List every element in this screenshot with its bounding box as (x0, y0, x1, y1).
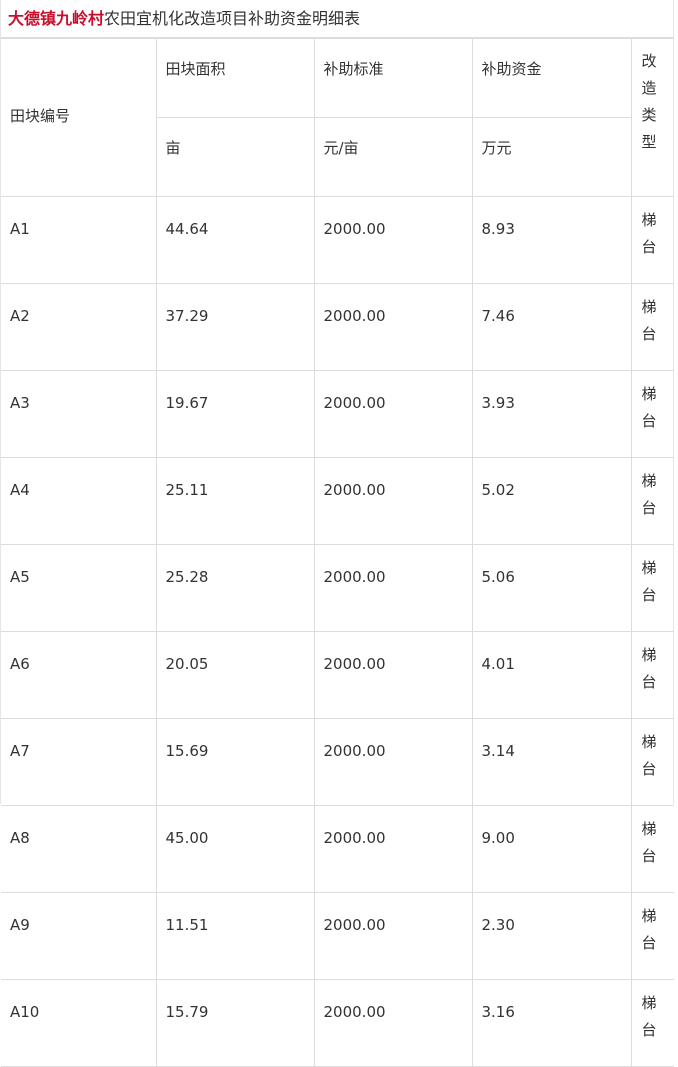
cell-type-char: 梯 (641, 211, 657, 229)
unit-area: 亩 (156, 117, 315, 197)
header-plot-id: 田块编号 (1, 38, 157, 197)
table-row: A5 25.28 2000.00 5.06 梯台 (1, 544, 674, 632)
cell-standard: 2000.00 (313, 892, 473, 980)
table-body: 田块编号 田块面积 补助标准 补助资金 改 造 类 型 亩 元/亩 万元 A1 4… (1, 38, 674, 1067)
cell-plot-id: A10 (1, 979, 157, 1067)
cell-type-char: 梯 (641, 820, 657, 838)
cell-standard: 2000.00 (313, 457, 473, 545)
cell-funds: 2.30 (471, 892, 632, 980)
cell-plot-id: A8 (1, 805, 157, 893)
cell-type: 梯台 (630, 631, 674, 719)
cell-type-char: 台 (641, 934, 657, 952)
cell-standard: 2000.00 (313, 631, 473, 719)
cell-type-char: 台 (641, 847, 657, 865)
cell-type: 梯台 (630, 457, 674, 545)
cell-standard: 2000.00 (313, 370, 473, 458)
cell-area: 45.00 (155, 805, 315, 893)
cell-type: 梯台 (630, 718, 674, 806)
cell-area: 25.11 (155, 457, 315, 545)
cell-standard: 2000.00 (313, 979, 473, 1067)
cell-type-char: 台 (641, 238, 657, 256)
cell-standard: 2000.00 (313, 283, 473, 371)
cell-plot-id: A1 (1, 196, 157, 284)
cell-standard: 2000.00 (313, 196, 473, 284)
table-row: A1 44.64 2000.00 8.93 梯台 (1, 196, 674, 284)
cell-type: 梯台 (630, 196, 674, 284)
cell-plot-id: A5 (1, 544, 157, 632)
cell-funds: 3.93 (471, 370, 632, 458)
cell-funds: 9.00 (471, 805, 632, 893)
caption-village-name: 大德镇九岭村 (8, 9, 105, 28)
cell-funds: 5.02 (471, 457, 632, 545)
cell-plot-id: A2 (1, 283, 157, 371)
cell-type-char: 梯 (641, 472, 657, 490)
cell-type: 梯台 (630, 979, 674, 1067)
cell-type-char: 台 (641, 412, 657, 430)
cell-type-char: 台 (641, 325, 657, 343)
cell-type-char: 台 (641, 673, 657, 691)
cell-standard: 2000.00 (313, 805, 473, 893)
cell-area: 20.05 (155, 631, 315, 719)
cell-plot-id: A7 (1, 718, 157, 806)
cell-area: 11.51 (155, 892, 315, 980)
cell-type-char: 台 (641, 1021, 657, 1039)
cell-funds: 5.06 (471, 544, 632, 632)
cell-standard: 2000.00 (313, 718, 473, 806)
header-type-char: 型 (641, 133, 657, 151)
header-area: 田块面积 (155, 38, 315, 118)
cell-area: 37.29 (155, 283, 315, 371)
table-row: A9 11.51 2000.00 2.30 梯台 (1, 892, 674, 980)
caption-title: 农田宜机化改造项目补助资金明细表 (104, 9, 361, 28)
cell-plot-id: A4 (1, 457, 157, 545)
header-standard: 补助标准 (313, 38, 473, 118)
cell-funds: 8.93 (471, 196, 632, 284)
cell-type-char: 梯 (641, 385, 657, 403)
table-row: A2 37.29 2000.00 7.46 梯台 (1, 283, 674, 371)
table-caption: 大德镇九岭村农田宜机化改造项目补助资金明细表 (1, 0, 673, 38)
subsidy-detail-table: 田块编号 田块面积 补助标准 补助资金 改 造 类 型 亩 元/亩 万元 A1 4… (1, 38, 674, 1067)
table-row: A3 19.67 2000.00 3.93 梯台 (1, 370, 674, 458)
table-row: A8 45.00 2000.00 9.00 梯台 (1, 805, 674, 893)
header-type: 改 造 类 型 (630, 38, 674, 197)
cell-area: 44.64 (155, 196, 315, 284)
cell-area: 19.67 (155, 370, 315, 458)
table-row: A4 25.11 2000.00 5.02 梯台 (1, 457, 674, 545)
cell-funds: 3.14 (471, 718, 632, 806)
cell-type-char: 梯 (641, 994, 657, 1012)
subsidy-table-page: 大德镇九岭村农田宜机化改造项目补助资金明细表 田块编号 田块面积 补助标准 补助… (0, 0, 674, 1067)
cell-funds: 3.16 (471, 979, 632, 1067)
header-funds: 补助资金 (471, 38, 632, 118)
table-row: A7 15.69 2000.00 3.14 梯台 (1, 718, 674, 806)
header-type-char: 改 (641, 52, 657, 70)
cell-type-char: 梯 (641, 646, 657, 664)
cell-plot-id: A6 (1, 631, 157, 719)
cell-plot-id: A3 (1, 370, 157, 458)
cell-type-char: 台 (641, 586, 657, 604)
unit-funds: 万元 (471, 117, 631, 197)
table-row: A6 20.05 2000.00 4.01 梯台 (1, 631, 674, 719)
cell-type: 梯台 (630, 283, 674, 371)
cell-type-char: 梯 (641, 907, 657, 925)
cell-type-char: 梯 (641, 298, 657, 316)
header-type-char: 类 (641, 106, 657, 124)
header-type-char: 造 (641, 79, 657, 97)
cell-type-char: 梯 (641, 733, 657, 751)
table-row: A10 15.79 2000.00 3.16 梯台 (1, 979, 674, 1067)
cell-plot-id: A9 (1, 892, 157, 980)
cell-area: 25.28 (155, 544, 315, 632)
unit-standard: 元/亩 (313, 117, 473, 197)
cell-type: 梯台 (630, 892, 674, 980)
cell-type-char: 台 (641, 499, 657, 517)
cell-type-char: 梯 (641, 559, 657, 577)
cell-funds: 4.01 (471, 631, 632, 719)
cell-standard: 2000.00 (313, 544, 473, 632)
cell-area: 15.69 (155, 718, 315, 806)
cell-area: 15.79 (155, 979, 315, 1067)
cell-type: 梯台 (630, 805, 674, 893)
cell-funds: 7.46 (471, 283, 632, 371)
cell-type: 梯台 (630, 544, 674, 632)
cell-type: 梯台 (630, 370, 674, 458)
header-row: 田块编号 田块面积 补助标准 补助资金 改 造 类 型 (1, 38, 674, 197)
cell-type-char: 台 (641, 760, 657, 778)
